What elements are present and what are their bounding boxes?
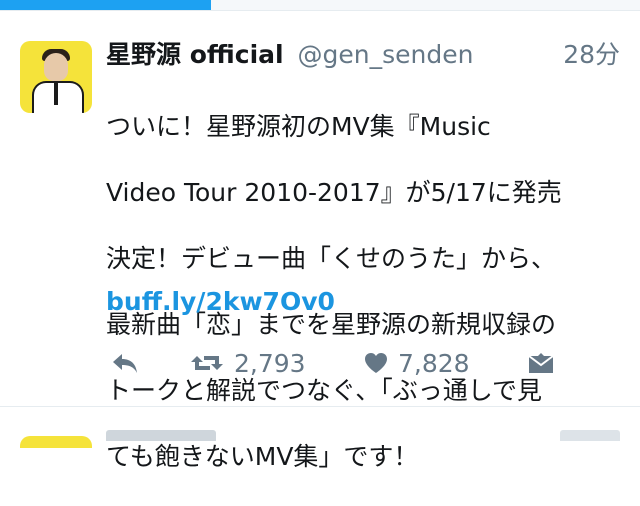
bottom-divider — [0, 406, 640, 407]
tweet-text-line: ついに！星野源初のMV集『Music — [106, 112, 491, 141]
retweet-count: 2,793 — [234, 348, 306, 378]
tweet-text-line: Video Tour 2010-2017』が5/17に発売 — [106, 178, 562, 207]
next-tweet-timestamp — [560, 430, 630, 441]
author-name[interactable]: 星野源 official — [106, 40, 284, 69]
next-tweet-timestamp-text — [560, 430, 620, 441]
heart-icon — [364, 352, 388, 374]
tweet-text-line: 決定！デビュー曲「くせのうた」から、 — [106, 244, 557, 273]
tweet-link[interactable]: buff.ly/2kw7Ov0 — [106, 285, 335, 318]
retweet-icon — [190, 351, 224, 375]
next-tweet-header — [106, 430, 256, 441]
reply-button[interactable] — [110, 345, 140, 381]
next-tweet-author-name — [106, 430, 216, 441]
retweet-button[interactable]: 2,793 — [190, 345, 306, 381]
avatar-shirt — [32, 81, 84, 113]
tweet-timestamp[interactable]: 28分 — [563, 35, 620, 75]
avatar-tie — [54, 83, 58, 105]
tweet-text-line: ても飽きないMV集」です！ — [106, 442, 419, 471]
tweet-header: 星野源 official @gen_senden 28分 — [106, 35, 626, 75]
next-tweet-avatar[interactable] — [20, 436, 92, 448]
loading-progress-bar — [0, 0, 640, 10]
reply-icon — [110, 351, 140, 375]
tweet-actions: 2,793 7,828 — [106, 345, 626, 381]
envelope-icon — [528, 352, 554, 374]
like-button[interactable]: 7,828 — [364, 345, 470, 381]
like-count: 7,828 — [398, 348, 470, 378]
direct-message-button[interactable] — [528, 345, 554, 381]
avatar-face — [44, 53, 68, 81]
loading-progress-fill — [0, 0, 212, 10]
author-avatar[interactable] — [20, 41, 92, 113]
tweet-card[interactable]: 星野源 official @gen_senden 28分 ついに！星野源初のMV… — [0, 11, 640, 471]
author-handle[interactable]: @gen_senden — [298, 40, 474, 69]
